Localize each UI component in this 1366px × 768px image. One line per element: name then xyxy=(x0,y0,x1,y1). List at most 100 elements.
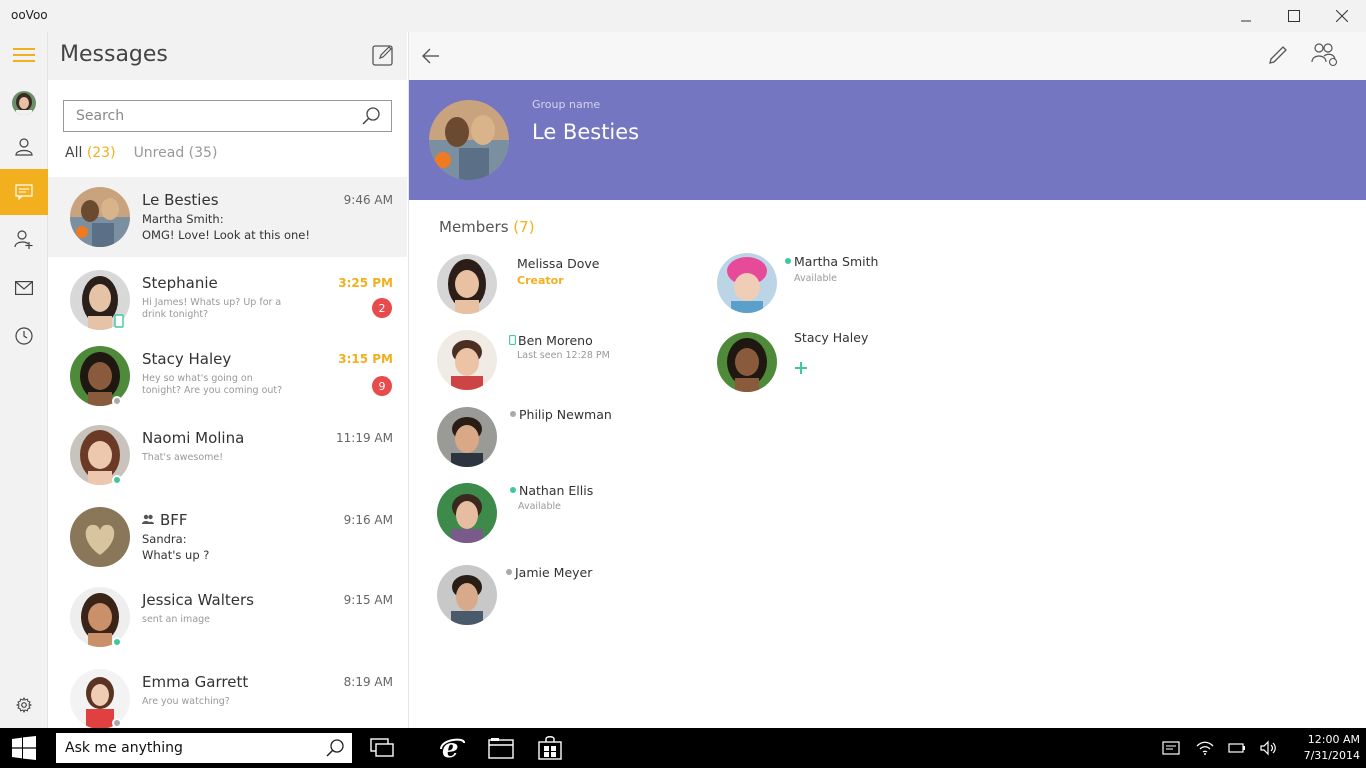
member-name-text: Jamie Meyer xyxy=(515,565,593,580)
maximize-button[interactable] xyxy=(1270,0,1318,32)
group-header: Group name Le Besties xyxy=(409,80,1366,200)
avatar xyxy=(12,91,36,115)
volume-button[interactable] xyxy=(1260,740,1278,760)
member-name-text: Philip Newman xyxy=(519,407,612,422)
clock-date: 7/31/2014 xyxy=(1303,749,1360,762)
conversation-name: Stacy Haley xyxy=(142,350,232,368)
preview-text: OMG! Love! Look at this one! xyxy=(142,228,310,242)
members-label: Members xyxy=(439,218,509,236)
store-button[interactable] xyxy=(526,728,574,768)
conversation-time: 9:15 AM xyxy=(343,593,393,607)
group-settings-icon xyxy=(1311,43,1338,67)
clock[interactable]: 12:00 AM 7/31/2014 xyxy=(1290,732,1360,764)
edit-button[interactable] xyxy=(1267,44,1289,70)
avatar xyxy=(437,254,497,314)
conversation-item[interactable]: Stephanie 3:25 PM Hi James! Whats up? Up… xyxy=(48,260,407,340)
status-dot xyxy=(112,718,122,728)
mobile-icon xyxy=(509,334,516,345)
chat-bubble-icon xyxy=(15,184,33,200)
cortana-search-input[interactable] xyxy=(56,733,316,763)
file-explorer-button[interactable] xyxy=(477,728,525,768)
profile-avatar-button[interactable] xyxy=(0,80,48,126)
manage-members-button[interactable] xyxy=(1311,42,1339,72)
member-role: Creator xyxy=(517,274,564,287)
conversation-item[interactable]: Le Besties 9:46 AM Martha Smith: OMG! Lo… xyxy=(48,177,407,257)
conversation-preview: sent an image xyxy=(142,614,211,625)
conversation-name: BFF xyxy=(160,511,188,529)
member-name: Melissa Dove xyxy=(517,256,600,271)
filter-label: Unread xyxy=(133,145,185,161)
group-name-label: Group name xyxy=(532,98,601,111)
sender-name: Sandra: xyxy=(142,532,187,546)
avatar xyxy=(717,253,777,313)
preview-text: What's up ? xyxy=(142,548,210,562)
conversation-time: 9:46 AM xyxy=(343,193,393,207)
back-button[interactable] xyxy=(419,44,443,72)
conversation-item[interactable]: Stacy Haley 3:15 PM Hey so what's going … xyxy=(48,336,407,416)
group-name[interactable]: Le Besties xyxy=(532,120,639,144)
conversation-item[interactable]: Emma Garrett 8:19 AM Are you watching? xyxy=(48,659,407,728)
contacts-button[interactable] xyxy=(0,124,48,170)
members-count: (7) xyxy=(513,218,535,236)
status-dot xyxy=(510,486,516,493)
task-view-button[interactable] xyxy=(358,728,406,768)
group-icon xyxy=(142,514,154,524)
group-detail-pane: Group name Le Besties Members (7) Meliss… xyxy=(408,32,1366,728)
taskbar: e 12:00 AM 7/31/2014 xyxy=(0,728,1366,768)
member-name: Stacy Haley xyxy=(794,330,869,345)
internet-explorer-button[interactable]: e xyxy=(428,728,476,768)
conversation-item[interactable]: Jessica Walters 9:15 AM sent an image xyxy=(48,577,407,657)
member-name: Ben Moreno xyxy=(509,333,593,348)
settings-button[interactable] xyxy=(0,682,48,728)
history-button[interactable] xyxy=(0,313,48,359)
member-name-text: Ben Moreno xyxy=(518,333,593,348)
status-dot xyxy=(112,637,122,647)
filter-unread-tab[interactable]: Unread (35) xyxy=(134,145,218,161)
group-avatar[interactable] xyxy=(429,100,509,180)
minimize-button[interactable] xyxy=(1222,0,1270,32)
status-dot xyxy=(510,410,516,417)
detail-toolbar xyxy=(409,32,1366,80)
start-button[interactable] xyxy=(0,728,48,768)
conversation-time: 3:15 PM xyxy=(338,352,393,366)
status-dot xyxy=(112,475,122,485)
battery-button[interactable] xyxy=(1228,740,1246,760)
filter-all-tab[interactable]: All (23) xyxy=(65,145,116,161)
messages-button[interactable] xyxy=(0,169,48,215)
wifi-button[interactable] xyxy=(1196,740,1214,760)
page-title: Messages xyxy=(60,42,168,67)
filter-count: (23) xyxy=(86,145,116,161)
member-status: Available xyxy=(518,501,562,512)
add-member-button[interactable] xyxy=(794,360,808,379)
cortana-search-button[interactable] xyxy=(326,739,344,761)
member-status: Last seen 12:28 PM xyxy=(517,350,610,361)
conversation-item[interactable]: Naomi Molina 11:19 AM That's awesome! xyxy=(48,415,407,495)
member-status: Available xyxy=(794,273,838,284)
plus-icon xyxy=(795,362,807,374)
conversation-time: 9:16 AM xyxy=(343,513,393,527)
task-view-icon xyxy=(370,738,394,757)
filter-count: (35) xyxy=(188,145,218,161)
conversation-name: Naomi Molina xyxy=(142,429,245,447)
conversation-name: Emma Garrett xyxy=(142,673,249,691)
conversation-item[interactable]: BFF 9:16 AM Sandra: What's up ? xyxy=(48,497,407,577)
close-button[interactable] xyxy=(1318,0,1366,32)
compose-button[interactable] xyxy=(372,44,396,68)
add-contact-button[interactable] xyxy=(0,217,48,263)
wifi-icon xyxy=(1196,741,1214,755)
compose-icon xyxy=(372,45,393,66)
status-dot xyxy=(506,568,512,575)
avatar xyxy=(437,483,497,543)
hamburger-menu-button[interactable] xyxy=(0,32,48,78)
search-input[interactable] xyxy=(64,101,354,131)
app-title: ooVoo xyxy=(11,8,48,22)
maximize-icon xyxy=(1288,10,1300,22)
action-center-button[interactable] xyxy=(1162,740,1180,760)
status-dot xyxy=(112,396,122,406)
search-button[interactable] xyxy=(362,107,380,129)
title-bar: ooVoo xyxy=(0,0,1366,32)
mail-button[interactable] xyxy=(0,265,48,311)
person-icon xyxy=(15,138,33,156)
volume-icon xyxy=(1260,740,1276,756)
filter-tabs: All (23) Unread (35) xyxy=(65,145,217,161)
